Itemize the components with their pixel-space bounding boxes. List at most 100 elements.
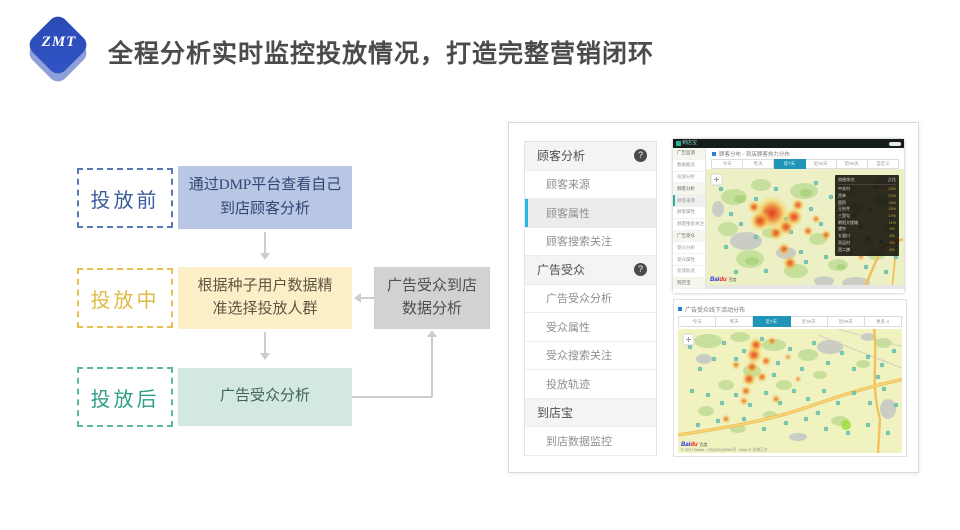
flow-box-instore-data: 广告受众到店 数据分析 xyxy=(374,267,490,329)
sidebar-item-ad-audience-analysis[interactable]: 广告受众分析 xyxy=(525,285,656,314)
connector-vertical-line xyxy=(431,336,433,397)
rank-value: 8% xyxy=(890,234,896,238)
tab-time-5[interactable]: 自定义 xyxy=(868,159,899,169)
ranking-row: 西二旗5% xyxy=(838,246,896,253)
mini-nav-item[interactable]: 受众属性 xyxy=(673,254,705,266)
ranking-row: 亚运村 6% xyxy=(838,240,896,247)
mini-nav-label: 顾客分析 xyxy=(673,186,695,192)
mini-nav-item[interactable]: 广告监测 xyxy=(673,148,705,160)
arrow-down-2-line xyxy=(264,332,266,354)
bullet-icon xyxy=(712,152,716,156)
sidebar-item-delivery-track[interactable]: 投放轨迹 xyxy=(525,370,656,399)
map-section-title-row: 顾客分布 - 到店顾客热力分布 xyxy=(706,148,904,159)
baidu-cn: 百度 xyxy=(728,277,736,282)
stage-label-before: 投放前 xyxy=(77,168,173,228)
arrow-down-1-head xyxy=(260,253,270,260)
sidebar-item-audience-search-interest[interactable]: 受众搜索关注 xyxy=(525,342,656,371)
app-topbar: 到店宝 xyxy=(673,139,904,148)
tab-time-0[interactable]: 今天 xyxy=(711,159,743,169)
mini-nav-item-active[interactable]: 顾客来源 xyxy=(673,195,705,207)
ranking-row: 朝阳大悦城11% xyxy=(838,219,896,226)
zmt-logo: ZMT xyxy=(20,8,98,92)
product-screenshot-card: 顾客分析 ? 顾客来源 顾客属性 顾客搜索关注 广告受众 ? 广告受众分析 受众… xyxy=(508,122,919,473)
help-icon[interactable]: ? xyxy=(634,149,647,162)
mini-nav-item[interactable]: 受众分析 xyxy=(673,242,705,254)
stage-label-during: 投放中 xyxy=(77,268,173,328)
arrow-down-2-head xyxy=(260,353,270,360)
sidebar-item-customer-attributes[interactable]: 顾客属性 xyxy=(525,199,656,228)
ranking-header-name: 商圈排名 xyxy=(838,177,855,183)
tab-b-0[interactable]: 今天 xyxy=(678,316,716,327)
bullet-icon xyxy=(678,307,682,311)
tab-b-1[interactable]: 昨天 xyxy=(716,316,753,327)
tab-time-1[interactable]: 昨天 xyxy=(743,159,774,169)
mini-nav-item[interactable]: 顾客属性 xyxy=(673,207,705,219)
connector-up-head xyxy=(427,330,437,337)
bottom-panel-title: 广告受众线下活动分布 xyxy=(685,305,745,314)
app-logo-icon xyxy=(676,141,681,146)
stage-during-text: 投放中 xyxy=(91,284,160,313)
rank-name: 西二旗 xyxy=(838,247,864,253)
tab-time-2-active[interactable]: 近7天 xyxy=(774,159,805,169)
sidebar-label: 受众属性 xyxy=(525,319,590,335)
tab-time-4[interactable]: 近90天 xyxy=(837,159,868,169)
help-icon[interactable]: ? xyxy=(634,263,647,276)
app-user-pill[interactable] xyxy=(889,142,901,146)
baidu-map-logo: Baidu 百度 xyxy=(710,277,736,283)
rank-value: 23% xyxy=(888,187,896,191)
stage-label-after: 投放后 xyxy=(77,367,173,427)
ranking-row: 五道口 8% xyxy=(838,233,896,240)
tab-time-3[interactable]: 近30天 xyxy=(806,159,837,169)
heatmap-top[interactable]: 商圈排名 占比 中关村23% 西单21% 国贸18% 王府井15% 三里屯13%… xyxy=(706,169,904,285)
heatmap-bottom[interactable]: Baidu 百度 © 2017 Baidu - GS(2016)2089号 - … xyxy=(678,329,902,453)
sidebar-item-customer-search-interest[interactable]: 顾客搜索关注 xyxy=(525,228,656,257)
sidebar-item-customer-analysis[interactable]: 顾客分析 ? xyxy=(525,142,656,171)
stage-after-text: 投放后 xyxy=(91,383,160,412)
mini-nav-item[interactable]: 投放分析 xyxy=(673,172,705,184)
sidebar-label: 顾客搜索关注 xyxy=(525,233,612,249)
mini-nav-item[interactable]: 数据概览 xyxy=(673,160,705,172)
sidebar-item-audience-attributes[interactable]: 受众属性 xyxy=(525,313,656,342)
ranking-row: 望京9% xyxy=(838,226,896,233)
mini-nav-label: 投放分析 xyxy=(673,174,695,180)
stage-before-text: 投放前 xyxy=(91,184,160,213)
mini-nav-item[interactable]: 顾客分析 xyxy=(673,183,705,195)
sidebar-label: 顾客分析 xyxy=(525,147,585,164)
mini-nav-label: 到店宝 xyxy=(673,280,691,286)
map-panel-bottom: 广告受众线下活动分布 今天 昨天 近7天 近30天 近90天 更多 ∨ xyxy=(673,299,907,457)
ranking-row: 中关村23% xyxy=(838,186,896,193)
baidu-blue: Bai xyxy=(710,277,719,283)
mini-nav-label: 受众分析 xyxy=(673,245,695,251)
tab-b-4[interactable]: 近90天 xyxy=(828,316,865,327)
flow-box-audience-analysis: 广告受众分析 xyxy=(178,368,352,426)
tab-b-2-active[interactable]: 近7天 xyxy=(753,316,790,327)
bottom-panel-title-row: 广告受众线下活动分布 xyxy=(678,303,902,315)
mini-nav-label: 广告受众 xyxy=(673,233,695,239)
ranking-row: 三里屯13% xyxy=(838,213,896,220)
rank-name: 三里屯 xyxy=(838,213,863,219)
mini-nav-item[interactable]: 到店宝 xyxy=(673,278,705,289)
tab-b-5[interactable]: 更多 ∨ xyxy=(865,316,902,327)
tab-b-3[interactable]: 近30天 xyxy=(791,316,828,327)
map2-bright-green-spot xyxy=(841,420,851,430)
rank-name: 望京 xyxy=(838,226,864,232)
mini-nav-item[interactable]: 投放轨迹 xyxy=(673,266,705,278)
mini-nav-label: 顾客属性 xyxy=(673,209,695,215)
sidebar-item-ad-audience[interactable]: 广告受众 ? xyxy=(525,256,656,285)
rank-value: 6% xyxy=(890,241,896,245)
ranking-header: 商圈排名 占比 xyxy=(838,177,896,185)
time-range-tabs-bottom: 今天 昨天 近7天 近30天 近90天 更多 ∨ xyxy=(678,316,902,327)
sidebar-item-instore-data-monitor[interactable]: 到店数据监控 xyxy=(525,427,656,456)
mini-nav-label: 广告监测 xyxy=(673,150,695,156)
rank-value: 21% xyxy=(888,194,896,198)
arrow-down-1-line xyxy=(264,232,266,254)
rank-name: 五道口 xyxy=(838,233,864,239)
sidebar-label: 顾客属性 xyxy=(525,205,590,221)
mini-nav-item[interactable]: 顾客搜索关注 xyxy=(673,219,705,231)
sidebar-item-customer-source[interactable]: 顾客来源 xyxy=(525,171,656,200)
rank-name: 王府井 xyxy=(838,206,863,212)
mini-nav-item[interactable]: 广告受众 xyxy=(673,231,705,243)
rank-name: 亚运村 xyxy=(838,240,864,246)
mini-nav-label: 顾客搜索关注 xyxy=(673,221,704,227)
sidebar-item-daodianbao[interactable]: 到店宝 xyxy=(525,399,656,428)
